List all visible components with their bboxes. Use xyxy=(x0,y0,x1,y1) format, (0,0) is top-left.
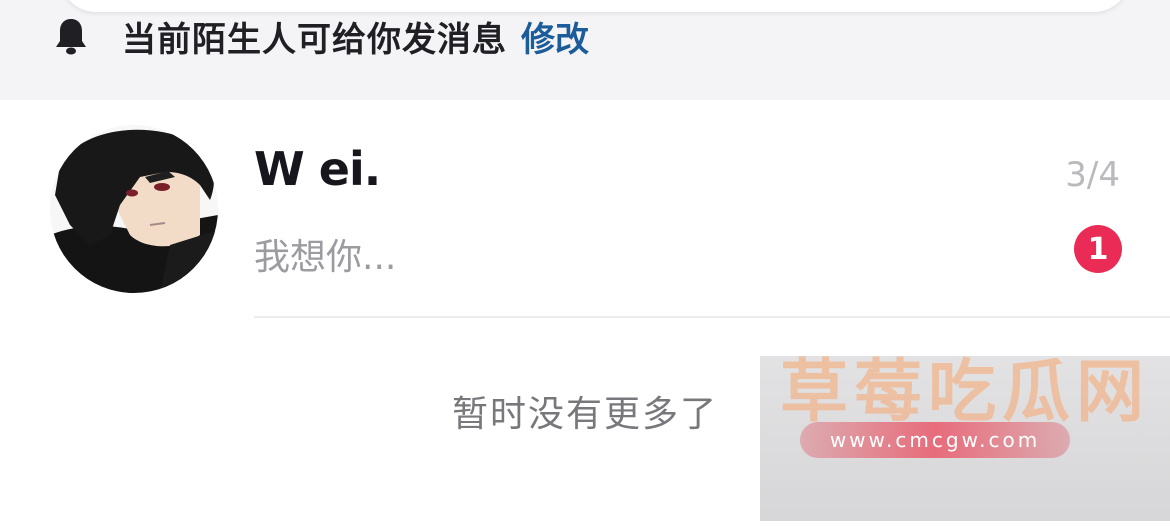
message-preview: 我想你... xyxy=(254,237,397,278)
conversation-row[interactable]: W ei. 3/4 我想你... 1 xyxy=(0,100,1170,318)
edit-link[interactable]: 修改 xyxy=(521,12,589,61)
divider xyxy=(254,316,1170,318)
contact-name: W ei. xyxy=(254,142,381,196)
watermark: 草莓吃瓜网 www.cmcgw.com xyxy=(760,353,1170,521)
message-requests-page: 当前陌生人可给你发消息 修改 W ei. 3/4 我想你... 1 暂时没有更多… xyxy=(0,0,1170,526)
notice-row: 当前陌生人可给你发消息 修改 xyxy=(52,12,589,61)
notice-banner: 当前陌生人可给你发消息 修改 xyxy=(0,0,1170,100)
watermark-title: 草莓吃瓜网 xyxy=(779,353,1150,432)
search-bar[interactable] xyxy=(60,0,1130,12)
unread-badge: 1 xyxy=(1074,225,1122,273)
watermark-url: www.cmcgw.com xyxy=(800,422,1070,458)
bell-icon xyxy=(52,16,90,56)
avatar[interactable] xyxy=(50,125,218,293)
notice-text: 当前陌生人可给你发消息 xyxy=(122,19,507,60)
message-count: 3/4 xyxy=(1065,155,1120,195)
